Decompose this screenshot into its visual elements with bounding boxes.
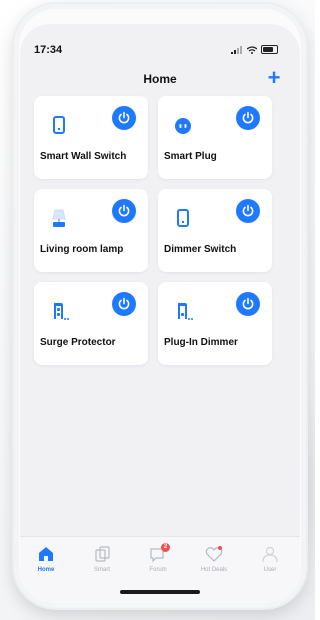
smart-icon (95, 546, 110, 562)
smart-plug-icon (175, 118, 191, 134)
tab-forum[interactable]: 2 Forum (132, 543, 184, 573)
page: 17:34 Home + Smart Wall Switch Smart Plu… (0, 0, 315, 620)
wifi-icon (247, 45, 257, 54)
home-icon (39, 547, 53, 561)
device-card[interactable]: Living room lamp (34, 189, 148, 272)
device-card[interactable]: Dimmer Switch (158, 189, 272, 272)
power-icon (118, 111, 130, 124)
device-name: Surge Protector (40, 337, 116, 348)
device-name: Plug-In Dimmer (164, 337, 238, 348)
device-card[interactable]: Surge Protector (34, 282, 148, 365)
surge-protector-icon (54, 303, 69, 320)
power-icon (118, 204, 130, 217)
hot-deals-icon (205, 546, 223, 562)
status-time: 17:34 (34, 44, 63, 56)
power-icon (242, 204, 254, 217)
power-button[interactable] (236, 199, 260, 223)
plug-in-dimmer-icon (178, 303, 193, 320)
power-icon (118, 297, 130, 310)
power-icon (242, 297, 254, 310)
device-name: Dimmer Switch (164, 244, 237, 255)
power-button[interactable] (112, 106, 136, 130)
power-button[interactable] (112, 199, 136, 223)
forum-badge: 2 (161, 543, 170, 552)
device-name: Smart Wall Switch (40, 151, 127, 162)
power-button[interactable] (112, 292, 136, 316)
power-button[interactable] (236, 106, 260, 130)
home-indicator (120, 590, 200, 594)
page-title: Home (143, 72, 177, 86)
nav-bar: Home + (20, 64, 300, 94)
lamp-icon (52, 209, 66, 227)
device-name: Living room lamp (40, 244, 124, 255)
tab-hot-deals[interactable]: Hot Deals (188, 545, 240, 573)
battery-icon (261, 45, 278, 54)
tab-smart-label: Smart (93, 567, 110, 573)
signal-icon (231, 45, 242, 54)
device-name: Smart Plug (164, 151, 217, 162)
tab-hot-deals-label: Hot Deals (200, 567, 228, 573)
user-icon (262, 546, 278, 563)
tab-user[interactable]: User (244, 545, 296, 573)
power-button[interactable] (236, 292, 260, 316)
device-card[interactable]: Smart Plug (158, 96, 272, 179)
tab-home[interactable]: Home (20, 545, 72, 573)
app-screen: 17:34 Home + Smart Wall Switch Smart Plu… (20, 24, 300, 602)
tab-smart[interactable]: Smart (76, 545, 128, 573)
device-grid: Smart Wall Switch Smart Plug Living room… (34, 96, 290, 365)
add-device-button[interactable]: + (264, 67, 284, 89)
tab-forum-label: Forum (149, 567, 167, 573)
power-icon (242, 111, 254, 124)
wall-switch-icon (53, 116, 65, 134)
device-card[interactable]: Smart Wall Switch (34, 96, 148, 179)
tab-home-label: Home (37, 567, 55, 573)
status-bar: 17:34 (20, 24, 300, 60)
status-icons (231, 45, 278, 54)
dimmer-switch-icon (177, 209, 189, 227)
device-card[interactable]: Plug-In Dimmer (158, 282, 272, 365)
tab-user-label: User (263, 567, 277, 573)
